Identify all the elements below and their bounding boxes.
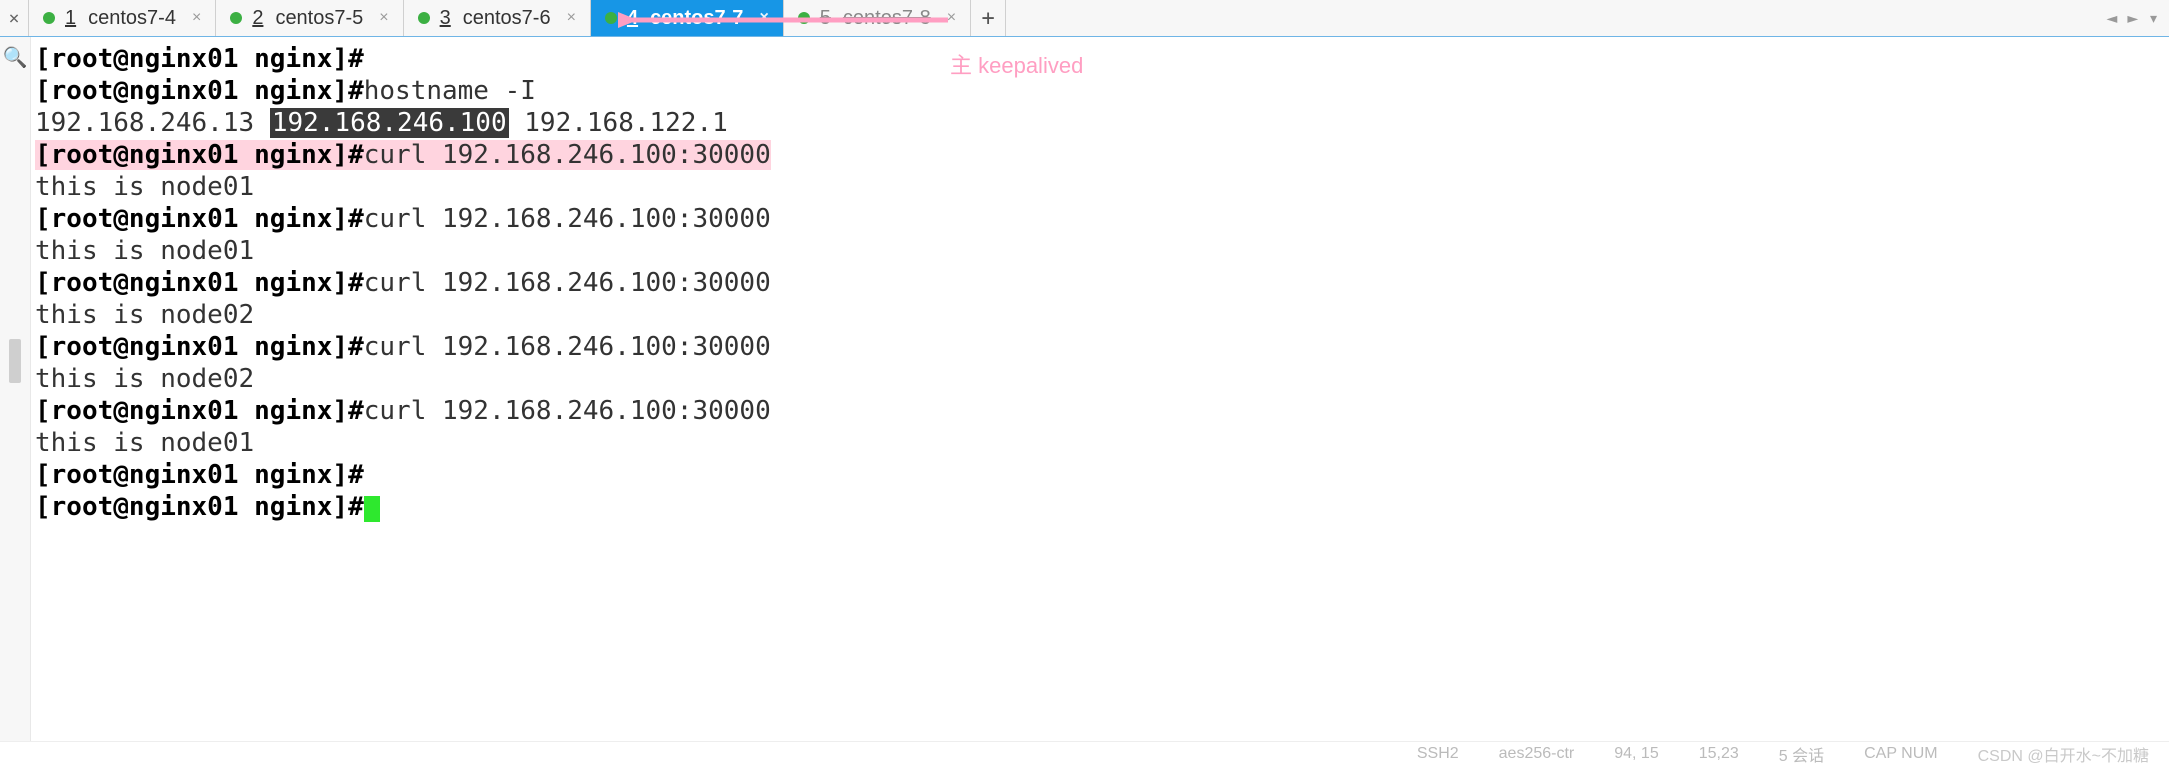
terminal-output[interactable]: [root@nginx01 nginx]# [root@nginx01 ngin… (31, 37, 2169, 743)
shell-prompt: [root@nginx01 nginx]# (35, 76, 364, 106)
status-size: 94, 15 (1614, 745, 1658, 763)
highlighted-ip: 192.168.246.100 (270, 108, 509, 138)
tab-number: 3 (440, 7, 451, 30)
output-text: this is node01 (35, 236, 254, 266)
tab-number: 5 (820, 7, 831, 30)
tab-label: centos7-5 (275, 7, 363, 30)
command-text: curl 192.168.246.100:30000 (364, 332, 771, 362)
output-text: this is node02 (35, 364, 254, 394)
status-cursor-pos: 15,23 (1699, 745, 1739, 763)
tab-scroll-left-icon[interactable]: ◄ (2106, 8, 2117, 29)
tab-centos7-4[interactable]: 1 centos7-4 × (29, 0, 216, 36)
status-sessions: 5 会话 (1779, 742, 1824, 766)
output-text: 192.168.122.1 (509, 108, 728, 138)
close-all-icon[interactable]: × (0, 0, 29, 36)
watermark-text: CSDN @白开水~不加糖 (1978, 742, 2149, 766)
tab-label: centos7-7 (650, 7, 743, 30)
output-text: this is node01 (35, 172, 254, 202)
shell-prompt: [root@nginx01 nginx]# (35, 492, 364, 522)
command-text: hostname -I (364, 76, 536, 106)
close-tab-icon[interactable]: × (567, 9, 576, 27)
status-dot-icon (798, 12, 810, 24)
scroll-handle[interactable] (9, 339, 21, 383)
status-protocol: SSH2 (1417, 745, 1459, 763)
status-dot-icon (418, 12, 430, 24)
tab-centos7-5[interactable]: 2 centos7-5 × (216, 0, 403, 36)
shell-prompt: [root@nginx01 nginx]# (35, 44, 364, 74)
output-text: this is node01 (35, 428, 254, 458)
status-dot-icon (605, 12, 617, 24)
status-dot-icon (43, 12, 55, 24)
tab-number: 4 (627, 7, 638, 30)
close-tab-icon[interactable]: × (192, 9, 201, 27)
status-bar: SSH2 aes256-ctr 94, 15 15,23 5 会话 CAP NU… (0, 741, 2169, 766)
tab-label: centos7-4 (88, 7, 176, 30)
status-caps: CAP NUM (1864, 745, 1938, 763)
tab-number: 2 (252, 7, 263, 30)
tab-bar-controls: ◄ ► ▾ (2106, 0, 2169, 36)
tab-label: centos7-8 (843, 7, 931, 30)
status-cipher: aes256-ctr (1499, 745, 1575, 763)
shell-prompt: [root@nginx01 nginx]# (35, 140, 364, 170)
search-icon[interactable]: 🔍 (3, 45, 28, 69)
close-tab-icon[interactable]: × (379, 9, 388, 27)
output-text: 192.168.246.13 (35, 108, 270, 138)
tab-centos7-6[interactable]: 3 centos7-6 × (404, 0, 591, 36)
tab-centos7-8[interactable]: 5 centos7-8 × (784, 0, 971, 36)
shell-prompt: [root@nginx01 nginx]# (35, 268, 364, 298)
tab-menu-icon[interactable]: ▾ (2148, 8, 2159, 29)
command-text: curl 192.168.246.100:30000 (364, 140, 771, 170)
command-text: curl 192.168.246.100:30000 (364, 204, 771, 234)
close-tab-icon[interactable]: × (947, 9, 956, 27)
shell-prompt: [root@nginx01 nginx]# (35, 332, 364, 362)
tab-centos7-7[interactable]: 4 centos7-7 × (591, 0, 784, 36)
output-text: this is node02 (35, 300, 254, 330)
close-tab-icon[interactable]: × (759, 9, 768, 27)
status-dot-icon (230, 12, 242, 24)
terminal-cursor (364, 496, 380, 522)
tab-label: centos7-6 (463, 7, 551, 30)
tab-number: 1 (65, 7, 76, 30)
command-text: curl 192.168.246.100:30000 (364, 268, 771, 298)
new-tab-button[interactable]: + (971, 0, 1006, 36)
shell-prompt: [root@nginx01 nginx]# (35, 460, 364, 490)
tab-scroll-right-icon[interactable]: ► (2127, 8, 2138, 29)
shell-prompt: [root@nginx01 nginx]# (35, 396, 364, 426)
tab-bar: × 1 centos7-4 × 2 centos7-5 × 3 centos7-6 × 4 cent… (0, 0, 2169, 37)
shell-prompt: [root@nginx01 nginx]# (35, 204, 364, 234)
left-gutter: 🔍 (0, 37, 31, 743)
command-text: curl 192.168.246.100:30000 (364, 396, 771, 426)
